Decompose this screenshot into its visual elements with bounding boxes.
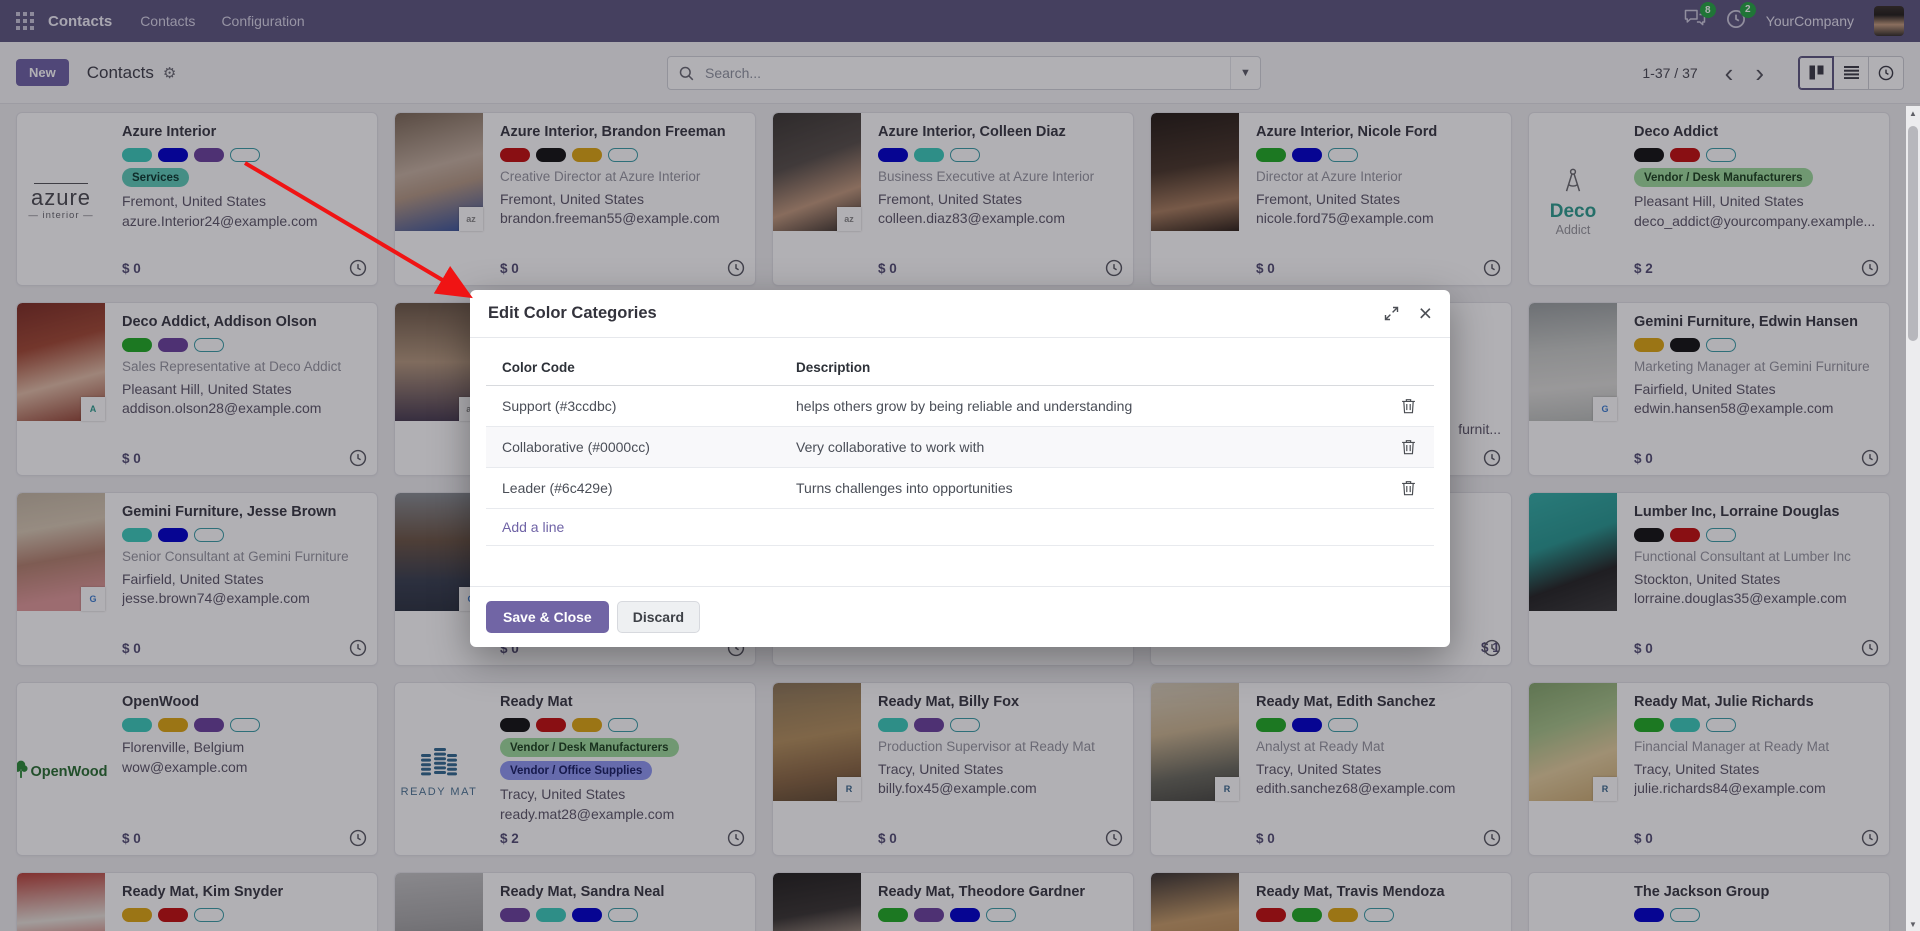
scroll-up-arrow[interactable]: ▲: [1906, 106, 1920, 120]
category-description-cell[interactable]: Turns challenges into opportunities: [780, 467, 1383, 509]
table-header-row: Color Code Description: [486, 350, 1434, 386]
delete-row-button[interactable]: [1399, 396, 1418, 416]
color-categories-table: Color Code Description Support (#3ccdbc)…: [486, 350, 1434, 546]
column-header-color-code: Color Code: [486, 350, 780, 386]
category-name-cell[interactable]: Collaborative (#0000cc): [486, 426, 780, 468]
category-row: Support (#3ccdbc) helps others grow by be…: [486, 385, 1434, 427]
add-a-line-link[interactable]: Add a line: [502, 519, 564, 535]
discard-button[interactable]: Discard: [616, 601, 701, 633]
expand-dialog-icon[interactable]: [1384, 306, 1399, 321]
column-header-description: Description: [780, 350, 1383, 386]
scroll-down-arrow[interactable]: ▼: [1906, 917, 1920, 931]
edit-color-categories-dialog: Edit Color Categories × Color Code Descr…: [470, 290, 1450, 647]
column-header-actions: [1383, 350, 1434, 386]
close-dialog-icon[interactable]: ×: [1419, 302, 1432, 325]
dialog-header: Edit Color Categories ×: [470, 290, 1450, 338]
category-description-cell[interactable]: helps others grow by being reliable and …: [780, 385, 1383, 427]
delete-row-button[interactable]: [1399, 437, 1418, 457]
category-name-cell[interactable]: Leader (#6c429e): [486, 467, 780, 509]
delete-row-button[interactable]: [1399, 478, 1418, 498]
dialog-footer: Save & Close Discard: [470, 586, 1450, 647]
dialog-title: Edit Color Categories: [488, 304, 657, 322]
save-and-close-button[interactable]: Save & Close: [486, 601, 609, 633]
vertical-scrollbar: ▲ ▼: [1906, 106, 1920, 931]
category-name-cell[interactable]: Support (#3ccdbc): [486, 385, 780, 427]
scrollbar-thumb[interactable]: [1908, 126, 1918, 341]
category-row: Collaborative (#0000cc) Very collaborativ…: [486, 426, 1434, 468]
category-row: Leader (#6c429e) Turns challenges into op…: [486, 467, 1434, 509]
add-line-row: Add a line: [486, 508, 1434, 546]
category-description-cell[interactable]: Very collaborative to work with: [780, 426, 1383, 468]
